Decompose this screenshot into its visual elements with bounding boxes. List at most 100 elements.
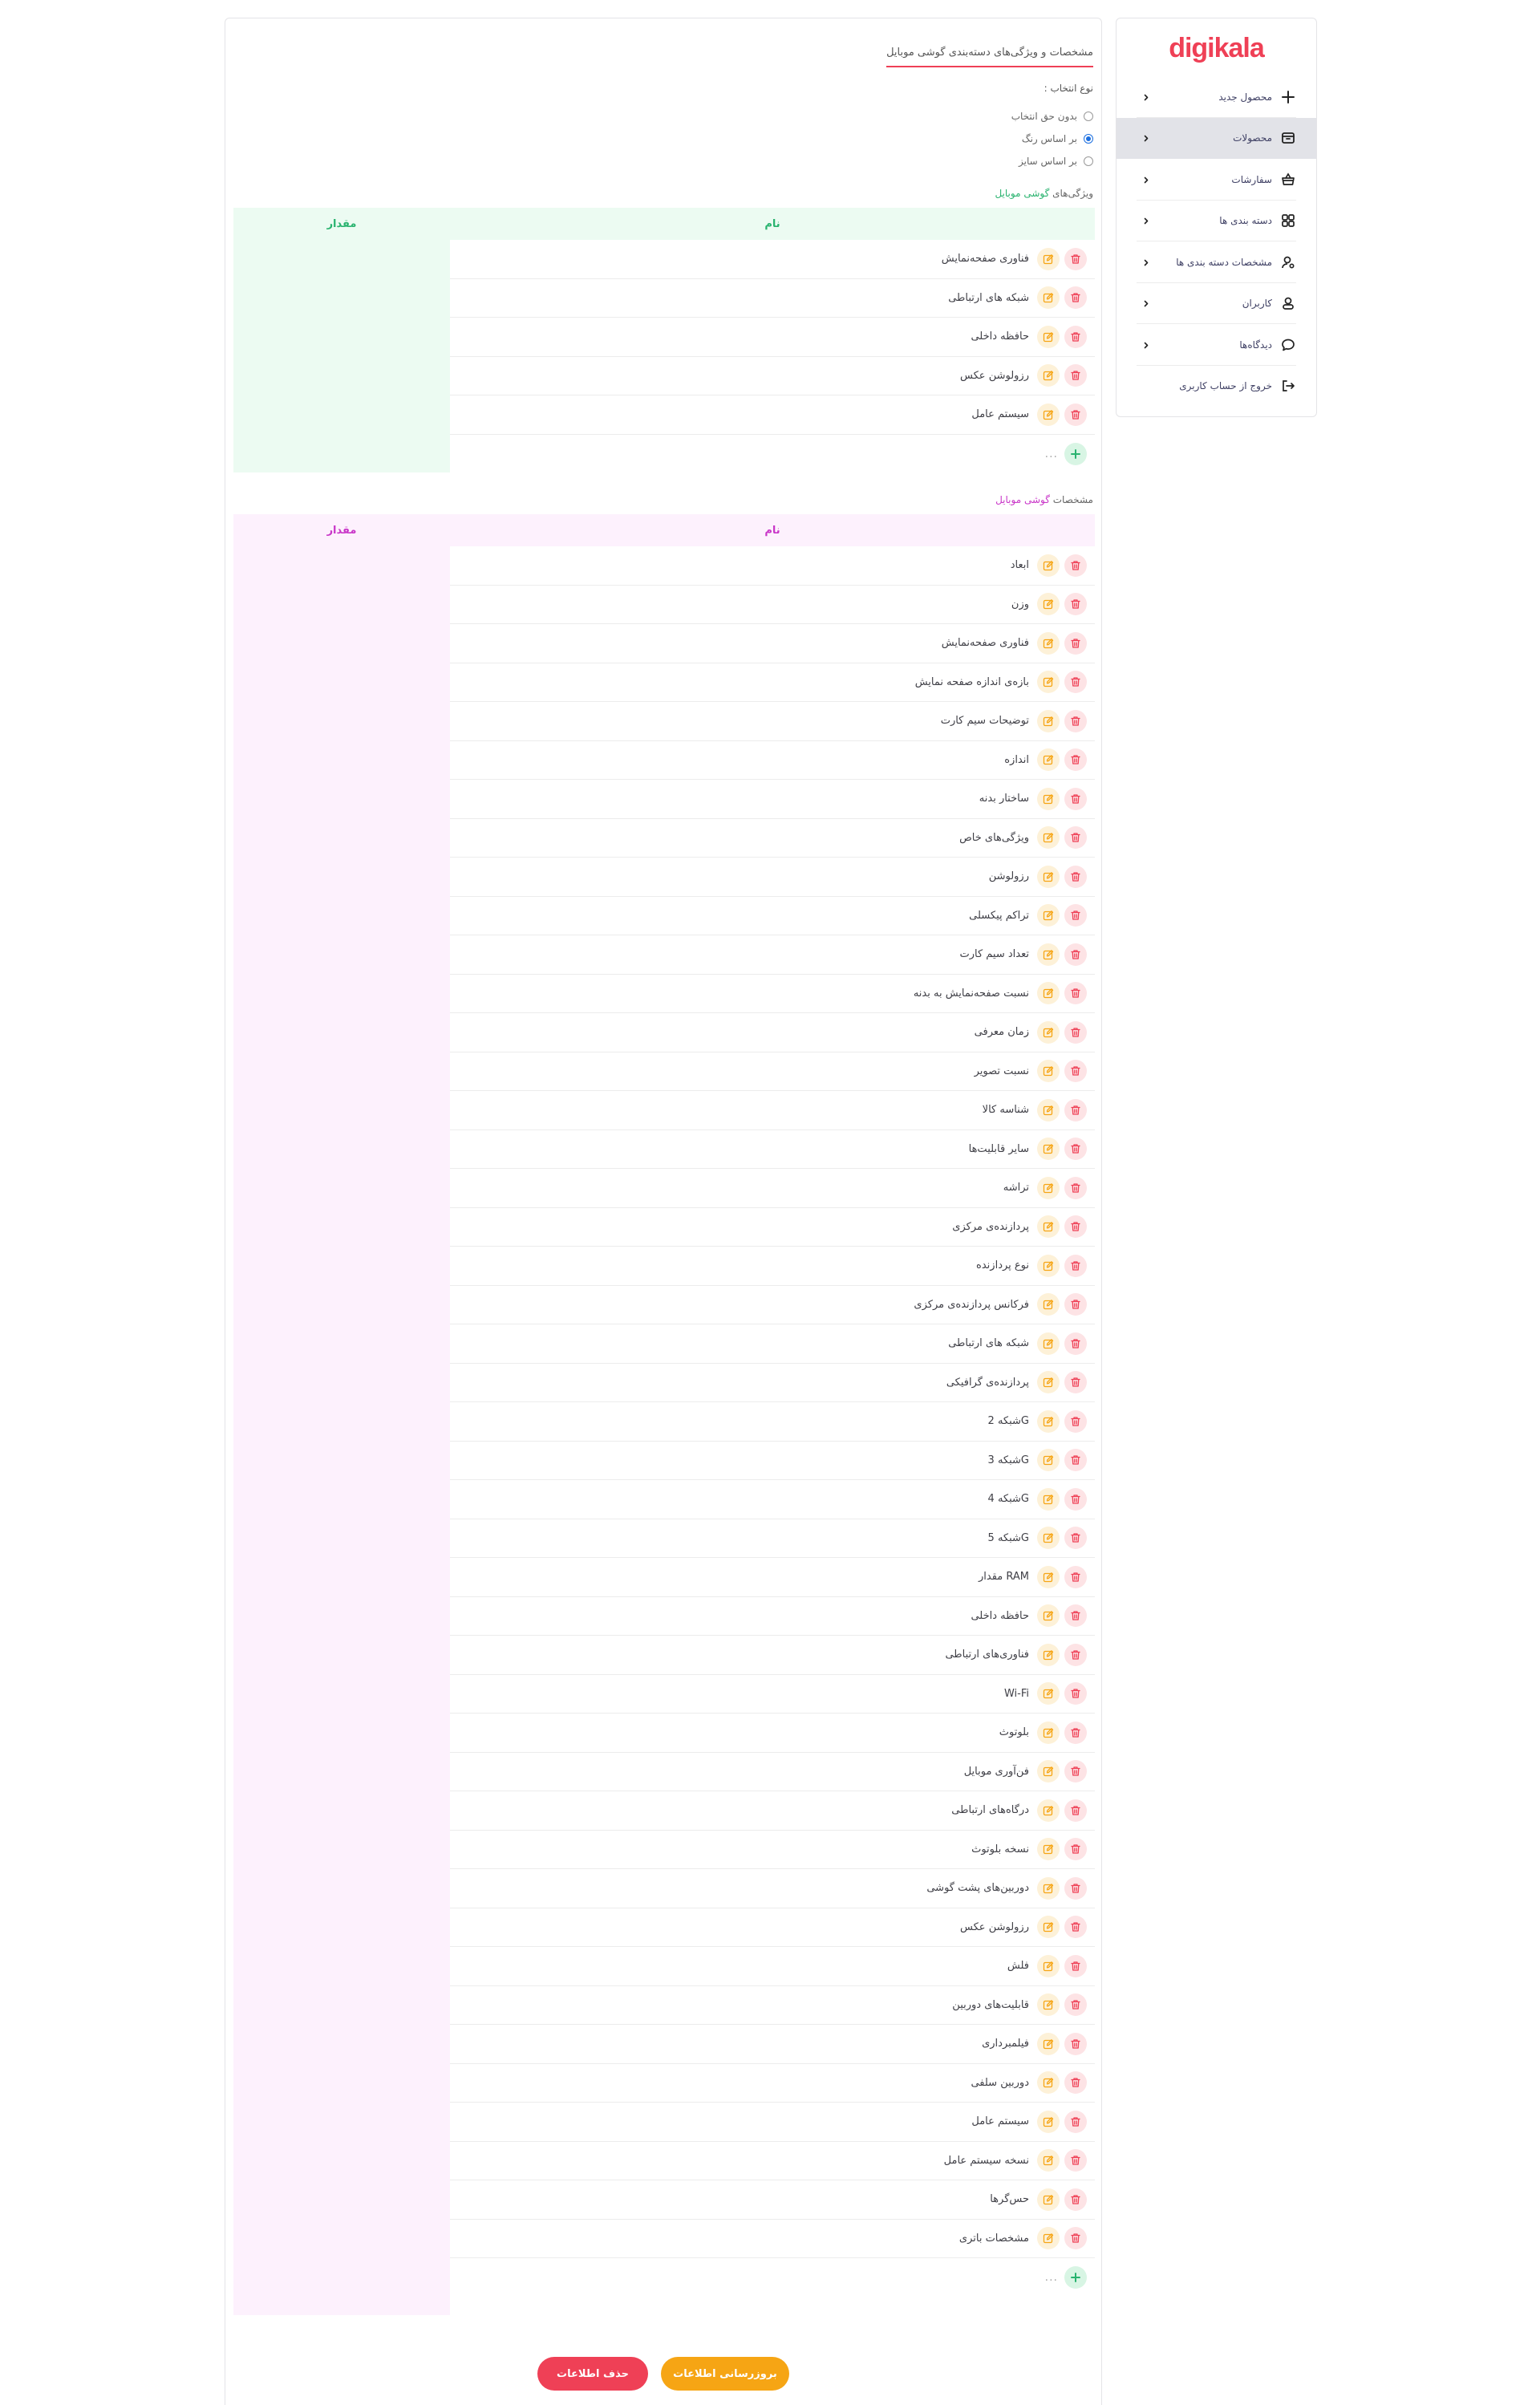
sidebar-item-basket[interactable]: سفارشات [1116, 159, 1316, 201]
edit-icon[interactable] [1037, 1138, 1060, 1161]
edit-icon[interactable] [1037, 1060, 1060, 1083]
edit-icon[interactable] [1037, 787, 1060, 810]
edit-icon[interactable] [1037, 2149, 1060, 2172]
trash-icon[interactable] [1064, 1254, 1087, 1277]
sidebar-item-users[interactable]: کاربران [1116, 283, 1316, 325]
edit-icon[interactable] [1037, 1993, 1060, 2017]
edit-icon[interactable] [1037, 1020, 1060, 1044]
edit-icon[interactable] [1037, 1371, 1060, 1394]
edit-icon[interactable] [1037, 247, 1060, 270]
sidebar-item-logout[interactable]: خروج از حساب کاربری [1116, 366, 1316, 408]
edit-icon[interactable] [1037, 709, 1060, 732]
radio-button[interactable] [1084, 112, 1093, 121]
trash-icon[interactable] [1064, 631, 1087, 655]
trash-icon[interactable] [1064, 2227, 1087, 2250]
edit-icon[interactable] [1037, 1409, 1060, 1433]
add-placeholder[interactable]: ... [1045, 448, 1058, 460]
trash-icon[interactable] [1064, 2032, 1087, 2055]
radio-option-none[interactable]: بدون حق انتخاب [1011, 105, 1093, 128]
edit-icon[interactable] [1037, 1721, 1060, 1744]
trash-icon[interactable] [1064, 1371, 1087, 1394]
trash-icon[interactable] [1064, 325, 1087, 348]
sidebar-item-user-settings[interactable]: مشخصات دسته بندی ها [1116, 241, 1316, 283]
trash-icon[interactable] [1064, 2188, 1087, 2211]
trash-icon[interactable] [1064, 2149, 1087, 2172]
trash-icon[interactable] [1064, 826, 1087, 850]
edit-icon[interactable] [1037, 1215, 1060, 1239]
trash-icon[interactable] [1064, 1293, 1087, 1316]
edit-icon[interactable] [1037, 1254, 1060, 1277]
trash-icon[interactable] [1064, 593, 1087, 616]
add-icon[interactable] [1064, 2266, 1087, 2289]
trash-icon[interactable] [1064, 1799, 1087, 1822]
edit-icon[interactable] [1037, 2188, 1060, 2211]
trash-icon[interactable] [1064, 1487, 1087, 1511]
delete-data-button[interactable]: حذف اطلاعات [537, 2357, 648, 2391]
edit-icon[interactable] [1037, 826, 1060, 850]
trash-icon[interactable] [1064, 1721, 1087, 1744]
update-data-button[interactable]: بروزرسانی اطلاعات [661, 2357, 789, 2391]
sidebar-item-box[interactable]: محصولات [1116, 117, 1316, 159]
edit-icon[interactable] [1037, 1643, 1060, 1666]
trash-icon[interactable] [1064, 1215, 1087, 1239]
trash-icon[interactable] [1064, 748, 1087, 772]
edit-icon[interactable] [1037, 554, 1060, 577]
edit-icon[interactable] [1037, 1565, 1060, 1588]
edit-icon[interactable] [1037, 1487, 1060, 1511]
brand-logo[interactable]: digikala [1116, 33, 1316, 64]
add-placeholder[interactable]: ... [1045, 2271, 1058, 2284]
edit-icon[interactable] [1037, 593, 1060, 616]
edit-icon[interactable] [1037, 325, 1060, 348]
trash-icon[interactable] [1064, 787, 1087, 810]
radio-option-size[interactable]: بر اساس سایز [1011, 150, 1093, 172]
edit-icon[interactable] [1037, 2227, 1060, 2250]
trash-icon[interactable] [1064, 1332, 1087, 1355]
edit-icon[interactable] [1037, 1098, 1060, 1121]
trash-icon[interactable] [1064, 1565, 1087, 1588]
edit-icon[interactable] [1037, 364, 1060, 387]
trash-icon[interactable] [1064, 671, 1087, 694]
edit-icon[interactable] [1037, 1332, 1060, 1355]
radio-button[interactable] [1084, 134, 1093, 144]
edit-icon[interactable] [1037, 1293, 1060, 1316]
trash-icon[interactable] [1064, 1916, 1087, 1939]
trash-icon[interactable] [1064, 1954, 1087, 1977]
trash-icon[interactable] [1064, 1876, 1087, 1900]
edit-icon[interactable] [1037, 1954, 1060, 1977]
trash-icon[interactable] [1064, 1993, 1087, 2017]
trash-icon[interactable] [1064, 1760, 1087, 1783]
trash-icon[interactable] [1064, 904, 1087, 927]
edit-icon[interactable] [1037, 1527, 1060, 1550]
edit-icon[interactable] [1037, 1916, 1060, 1939]
edit-icon[interactable] [1037, 1799, 1060, 1822]
edit-icon[interactable] [1037, 2032, 1060, 2055]
edit-icon[interactable] [1037, 748, 1060, 772]
trash-icon[interactable] [1064, 1409, 1087, 1433]
trash-icon[interactable] [1064, 1449, 1087, 1472]
trash-icon[interactable] [1064, 1020, 1087, 1044]
trash-icon[interactable] [1064, 286, 1087, 310]
edit-icon[interactable] [1037, 1760, 1060, 1783]
edit-icon[interactable] [1037, 1449, 1060, 1472]
trash-icon[interactable] [1064, 554, 1087, 577]
sidebar-item-grid[interactable]: دسته بندی ها [1116, 201, 1316, 242]
radio-option-color[interactable]: بر اساس رنگ [1011, 128, 1093, 150]
edit-icon[interactable] [1037, 1176, 1060, 1199]
edit-icon[interactable] [1037, 631, 1060, 655]
trash-icon[interactable] [1064, 709, 1087, 732]
edit-icon[interactable] [1037, 943, 1060, 966]
trash-icon[interactable] [1064, 943, 1087, 966]
edit-icon[interactable] [1037, 671, 1060, 694]
trash-icon[interactable] [1064, 1176, 1087, 1199]
edit-icon[interactable] [1037, 1838, 1060, 1861]
trash-icon[interactable] [1064, 364, 1087, 387]
sidebar-item-plus[interactable]: محصول جدید [1116, 76, 1316, 118]
edit-icon[interactable] [1037, 1604, 1060, 1628]
trash-icon[interactable] [1064, 1604, 1087, 1628]
edit-icon[interactable] [1037, 2071, 1060, 2095]
trash-icon[interactable] [1064, 865, 1087, 888]
trash-icon[interactable] [1064, 247, 1087, 270]
edit-icon[interactable] [1037, 982, 1060, 1005]
trash-icon[interactable] [1064, 982, 1087, 1005]
trash-icon[interactable] [1064, 1682, 1087, 1705]
